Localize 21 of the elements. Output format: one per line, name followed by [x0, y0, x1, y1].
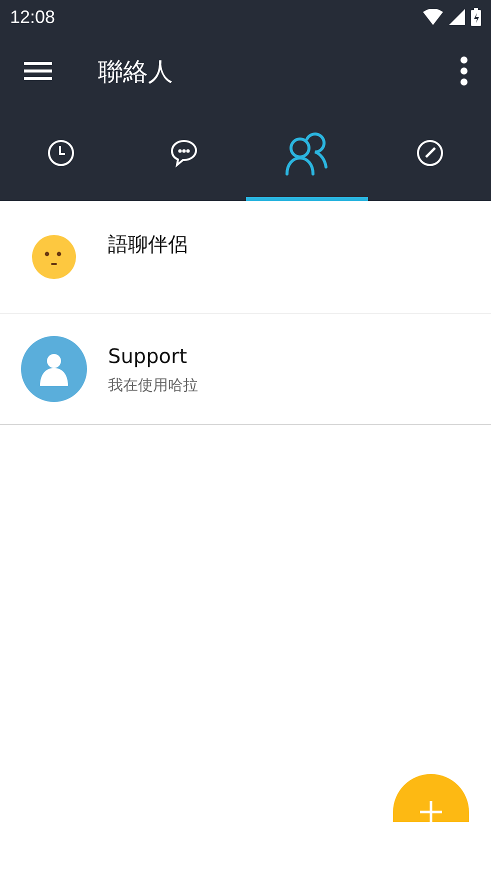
signal-icon: [449, 9, 465, 25]
add-button[interactable]: [393, 774, 469, 822]
menu-button[interactable]: [24, 61, 52, 81]
person-avatar-icon: [21, 336, 87, 402]
contact-status: 我在使用哈拉: [108, 376, 198, 394]
contact-row[interactable]: 語聊伴侶: [0, 201, 491, 314]
battery-icon: [471, 8, 481, 26]
contact-name: Support: [108, 344, 188, 368]
smiley-avatar-icon: [32, 235, 76, 279]
chat-bubble-icon: [169, 138, 200, 168]
more-options-button[interactable]: [459, 56, 469, 86]
status-time: 12:08: [10, 6, 56, 28]
wifi-icon: [423, 9, 443, 25]
toolbar-title: 聯絡人: [98, 56, 174, 88]
contact-name: 語聊伴侶: [108, 231, 188, 258]
contact-row[interactable]: Support 我在使用哈拉: [0, 314, 491, 425]
menu-icon: [24, 61, 52, 81]
more-vertical-icon: [459, 56, 469, 86]
plus-icon: [420, 801, 442, 822]
clock-icon: [47, 138, 76, 166]
compass-icon: [416, 138, 444, 166]
